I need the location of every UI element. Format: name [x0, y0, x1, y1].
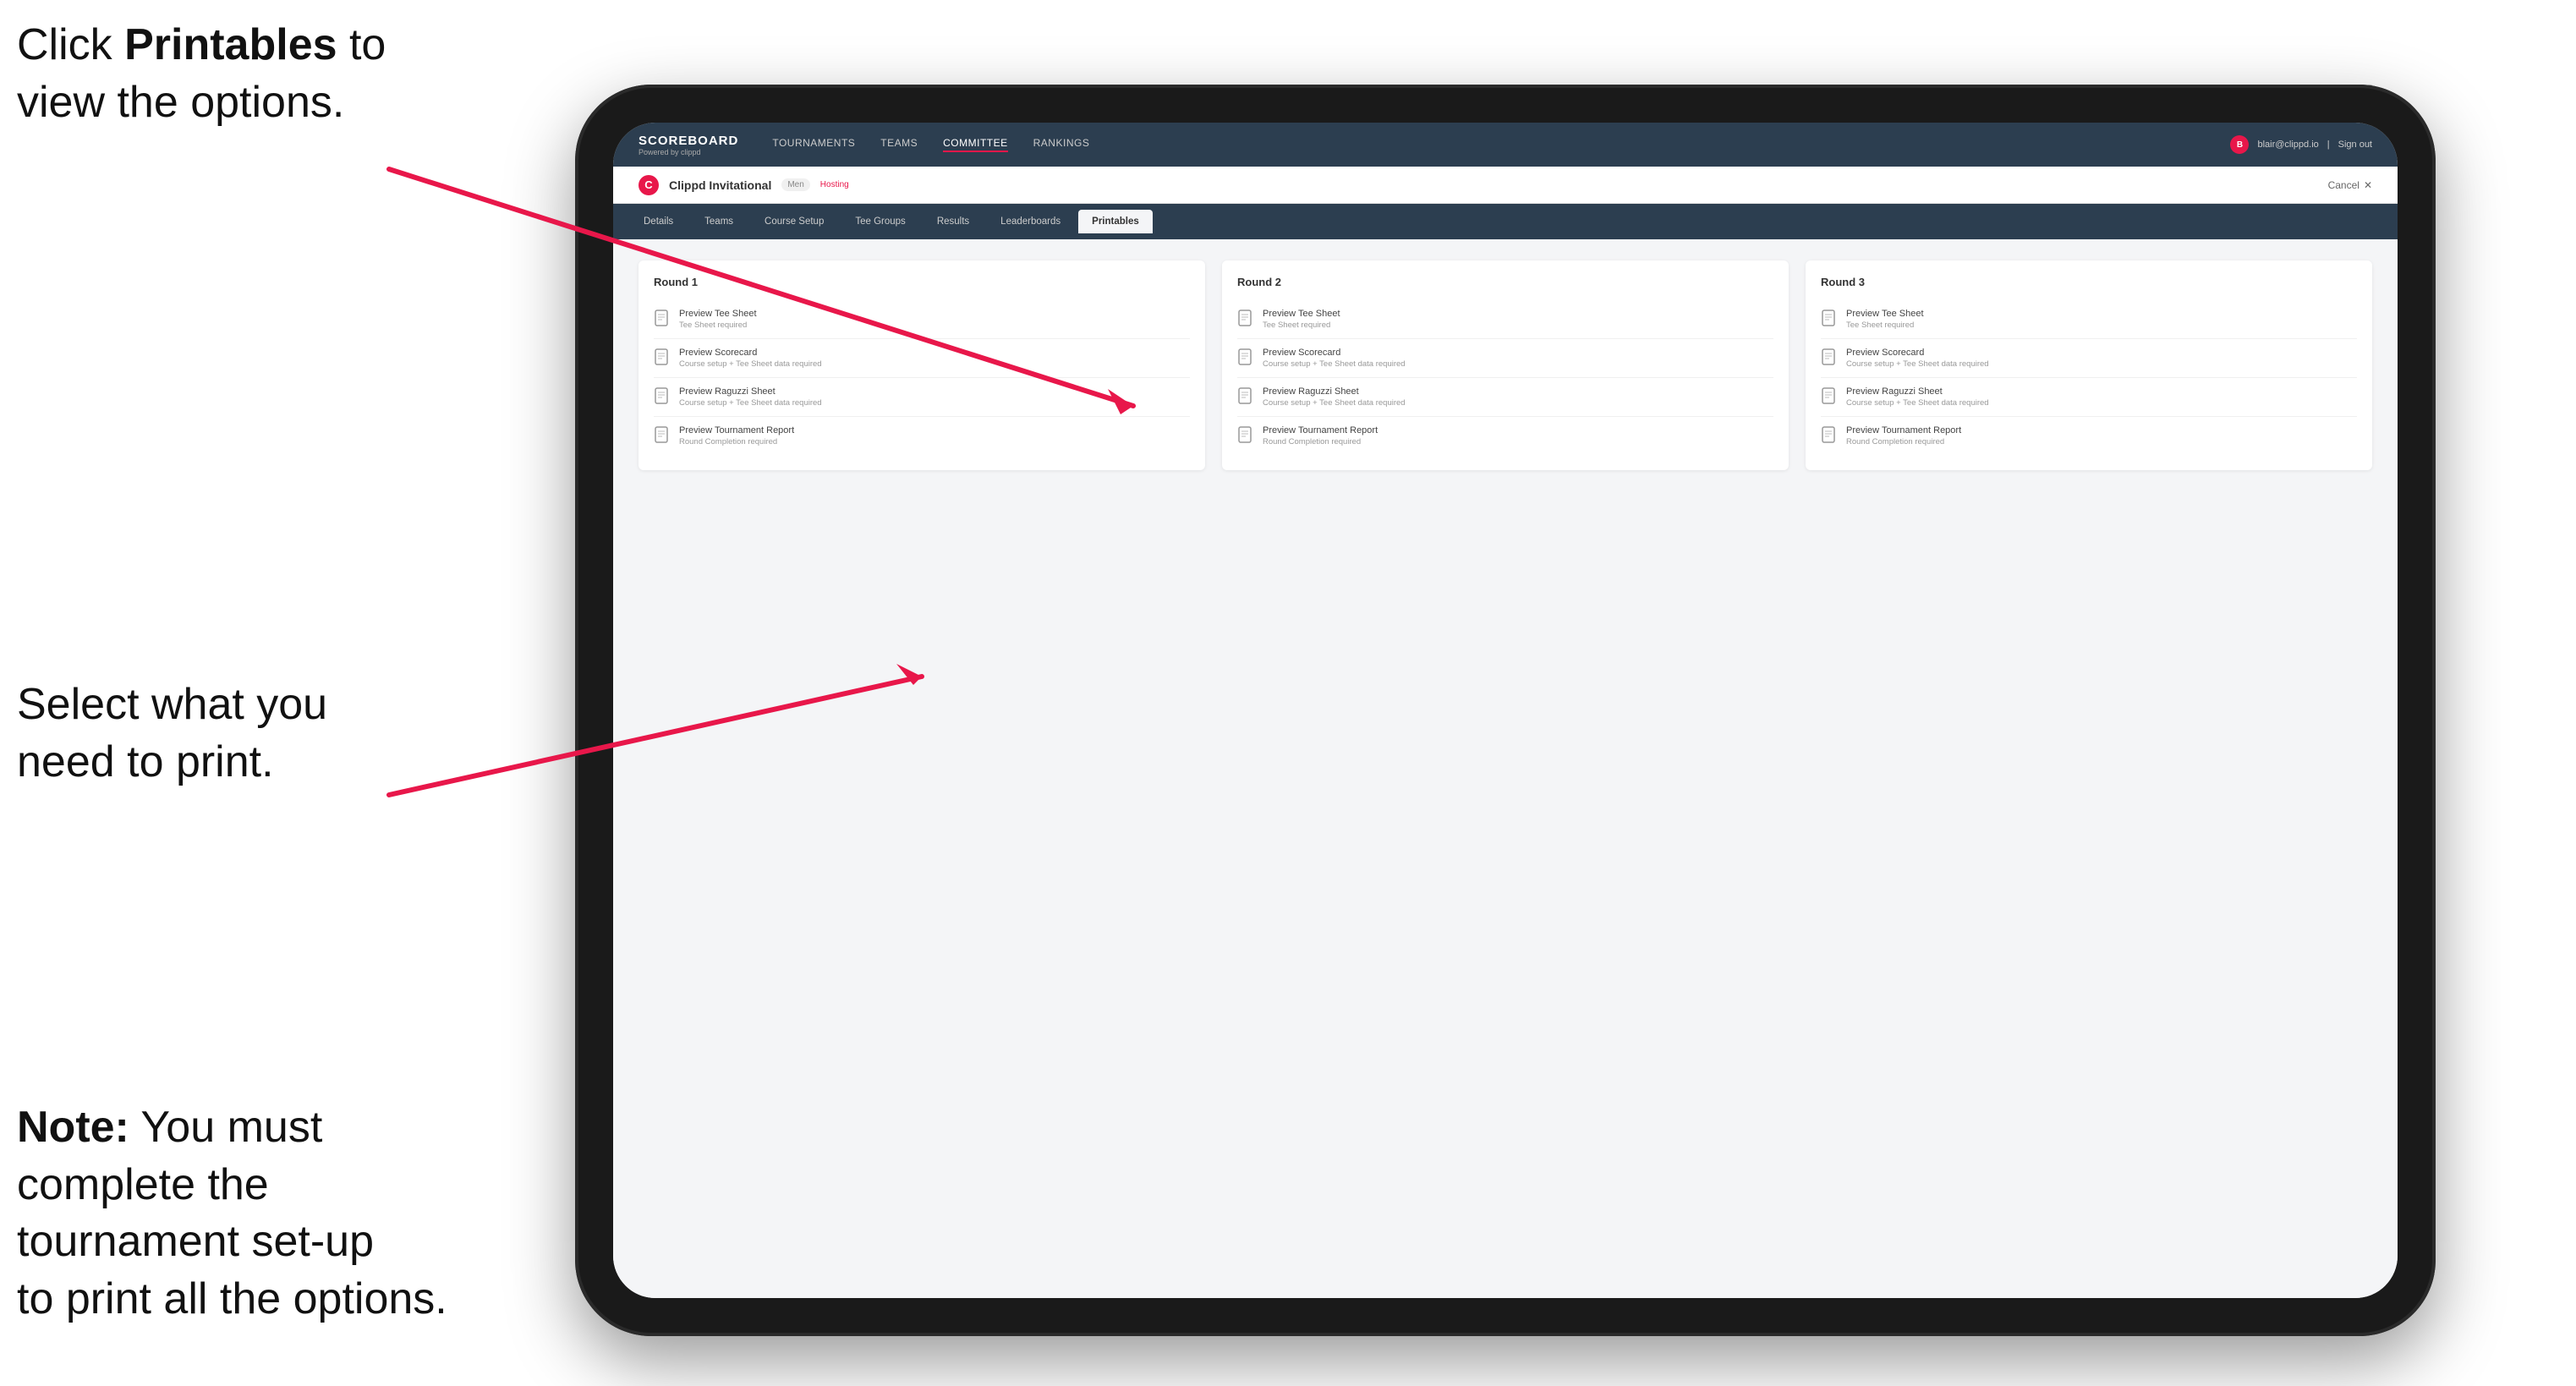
report-icon-r2 — [1237, 426, 1254, 445]
round-2-title: Round 2 — [1237, 276, 1773, 288]
nav-links: TOURNAMENTS TEAMS COMMITTEE RANKINGS — [772, 137, 2196, 152]
round-3-title: Round 3 — [1821, 276, 2357, 288]
round-1-column: Round 1 Preview Tee Sheet Tee Sheet requ… — [639, 260, 1205, 470]
logo-title: SCOREBOARD — [639, 134, 738, 148]
tablet-device: SCOREBOARD Powered by clippd TOURNAMENTS… — [575, 85, 2436, 1336]
tab-leaderboards[interactable]: Leaderboards — [987, 210, 1074, 233]
tab-teams[interactable]: Teams — [691, 210, 747, 233]
round-3-tournament-report[interactable]: Preview Tournament Report Round Completi… — [1821, 417, 2357, 455]
report-icon-r3 — [1821, 426, 1838, 445]
rounds-grid: Round 1 Preview Tee Sheet Tee Sheet requ… — [639, 260, 2372, 470]
tee-sheet-icon-r2 — [1237, 310, 1254, 328]
round-3-tee-sheet[interactable]: Preview Tee Sheet Tee Sheet required — [1821, 300, 2357, 339]
round-1-tee-sheet-text: Preview Tee Sheet Tee Sheet required — [679, 309, 757, 330]
cancel-button[interactable]: Cancel ✕ — [2328, 179, 2372, 191]
scorecard-icon-r3 — [1821, 348, 1838, 367]
tee-sheet-icon — [654, 310, 671, 328]
user-avatar: B — [2230, 135, 2249, 154]
nav-rankings[interactable]: RANKINGS — [1033, 137, 1090, 152]
nav-user-area: B blair@clippd.io | Sign out — [2230, 135, 2372, 154]
user-email: blair@clippd.io — [2257, 140, 2318, 150]
round-2-raguzzi[interactable]: Preview Raguzzi Sheet Course setup + Tee… — [1237, 378, 1773, 417]
clippd-logo: C — [639, 175, 659, 195]
tournament-badge: Men — [781, 178, 809, 191]
annotation-top: Click Printables toview the options. — [17, 17, 386, 131]
raguzzi-icon-r3 — [1821, 387, 1838, 406]
round-3-tee-sheet-text: Preview Tee Sheet Tee Sheet required — [1846, 309, 1924, 330]
tab-course-setup[interactable]: Course Setup — [751, 210, 837, 233]
round-1-scorecard[interactable]: Preview Scorecard Course setup + Tee She… — [654, 339, 1190, 378]
round-2-tee-sheet-text: Preview Tee Sheet Tee Sheet required — [1263, 309, 1340, 330]
note-bold: Note: — [17, 1103, 129, 1152]
round-3-scorecard[interactable]: Preview Scorecard Course setup + Tee She… — [1821, 339, 2357, 378]
tournament-name: Clippd Invitational — [669, 178, 771, 192]
round-3-scorecard-text: Preview Scorecard Course setup + Tee She… — [1846, 348, 1989, 369]
round-2-report-text: Preview Tournament Report Round Completi… — [1263, 425, 1378, 446]
tablet-screen: SCOREBOARD Powered by clippd TOURNAMENTS… — [613, 123, 2398, 1298]
scoreboard-logo: SCOREBOARD Powered by clippd — [639, 134, 738, 156]
raguzzi-icon-r2 — [1237, 387, 1254, 406]
content-area: Round 1 Preview Tee Sheet Tee Sheet requ… — [613, 239, 2398, 1298]
round-2-tournament-report[interactable]: Preview Tournament Report Round Completi… — [1237, 417, 1773, 455]
separator: | — [2327, 140, 2330, 150]
round-2-raguzzi-text: Preview Raguzzi Sheet Course setup + Tee… — [1263, 386, 1406, 408]
round-3-raguzzi[interactable]: Preview Raguzzi Sheet Course setup + Tee… — [1821, 378, 2357, 417]
hosting-badge: Hosting — [820, 180, 849, 189]
nav-tournaments[interactable]: TOURNAMENTS — [772, 137, 855, 152]
nav-teams[interactable]: TEAMS — [880, 137, 918, 152]
round-1-report-text: Preview Tournament Report Round Completi… — [679, 425, 794, 446]
round-1-tournament-report[interactable]: Preview Tournament Report Round Completi… — [654, 417, 1190, 455]
round-2-tee-sheet[interactable]: Preview Tee Sheet Tee Sheet required — [1237, 300, 1773, 339]
tournament-header: C Clippd Invitational Men Hosting Cancel… — [613, 167, 2398, 204]
round-3-raguzzi-text: Preview Raguzzi Sheet Course setup + Tee… — [1846, 386, 1989, 408]
raguzzi-icon — [654, 387, 671, 406]
round-2-scorecard[interactable]: Preview Scorecard Course setup + Tee She… — [1237, 339, 1773, 378]
report-icon — [654, 426, 671, 445]
nav-committee[interactable]: COMMITTEE — [943, 137, 1008, 152]
tab-tee-groups[interactable]: Tee Groups — [841, 210, 918, 233]
sign-out-link[interactable]: Sign out — [2338, 140, 2372, 150]
round-2-column: Round 2 Preview Tee Sheet Tee Sheet requ… — [1222, 260, 1789, 470]
round-1-scorecard-text: Preview Scorecard Course setup + Tee She… — [679, 348, 822, 369]
annotation-middle: Select what youneed to print. — [17, 677, 327, 791]
scorecard-icon-r2 — [1237, 348, 1254, 367]
round-2-scorecard-text: Preview Scorecard Course setup + Tee She… — [1263, 348, 1406, 369]
round-1-raguzzi[interactable]: Preview Raguzzi Sheet Course setup + Tee… — [654, 378, 1190, 417]
tournament-title-area: C Clippd Invitational Men Hosting — [639, 175, 849, 195]
tee-sheet-icon-r3 — [1821, 310, 1838, 328]
annotation-bottom: Note: You mustcomplete thetournament set… — [17, 1099, 447, 1328]
round-3-column: Round 3 Preview Tee Sheet Tee Sheet requ… — [1806, 260, 2372, 470]
tab-details[interactable]: Details — [630, 210, 687, 233]
tab-printables[interactable]: Printables — [1078, 210, 1153, 233]
scorecard-icon — [654, 348, 671, 367]
round-1-title: Round 1 — [654, 276, 1190, 288]
printables-bold: Printables — [124, 20, 337, 69]
round-1-raguzzi-text: Preview Raguzzi Sheet Course setup + Tee… — [679, 386, 822, 408]
logo-subtitle: Powered by clippd — [639, 148, 738, 156]
round-3-report-text: Preview Tournament Report Round Completi… — [1846, 425, 1961, 446]
tab-results[interactable]: Results — [924, 210, 983, 233]
tab-bar: Details Teams Course Setup Tee Groups Re… — [613, 204, 2398, 239]
top-navigation: SCOREBOARD Powered by clippd TOURNAMENTS… — [613, 123, 2398, 167]
round-1-tee-sheet[interactable]: Preview Tee Sheet Tee Sheet required — [654, 300, 1190, 339]
cancel-x: ✕ — [2364, 179, 2372, 191]
